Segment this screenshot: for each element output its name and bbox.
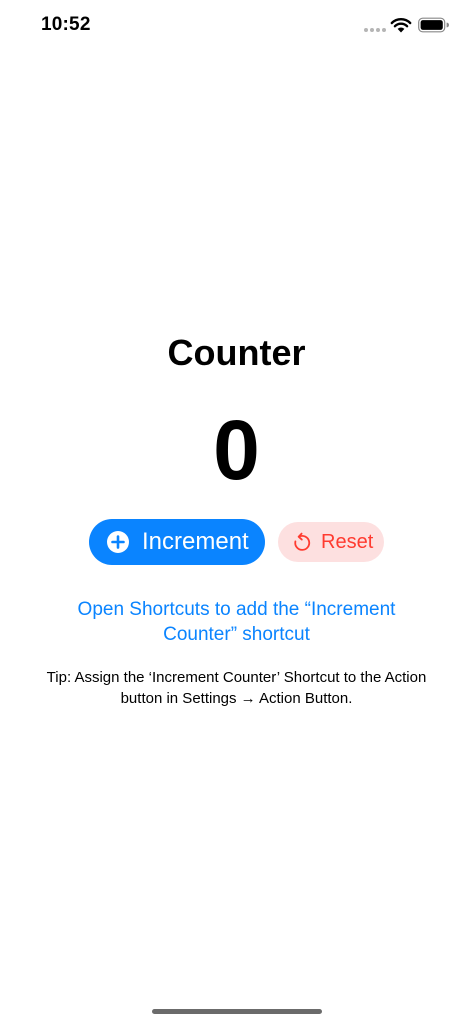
reset-label: Reset: [321, 530, 374, 553]
open-shortcuts-link[interactable]: Open Shortcuts to add the “Increment Cou…: [40, 597, 433, 647]
status-bar: 10:52: [0, 0, 473, 54]
cellular-signal-icon: [364, 28, 386, 32]
increment-button[interactable]: Increment: [89, 519, 265, 565]
battery-icon: [418, 17, 449, 33]
wifi-icon: [390, 18, 412, 33]
reset-button[interactable]: Reset: [278, 522, 384, 562]
home-indicator[interactable]: [152, 1009, 322, 1014]
status-time: 10:52: [41, 14, 91, 35]
counter-value: 0: [213, 403, 260, 497]
counterclockwise-arrow-icon: [294, 532, 311, 551]
increment-label: Increment: [142, 528, 249, 555]
page-title: Counter: [167, 332, 306, 373]
plus-circle-icon: [107, 531, 129, 553]
tip-text: Tip: Assign the ‘Increment Counter’ Shor…: [46, 669, 427, 707]
